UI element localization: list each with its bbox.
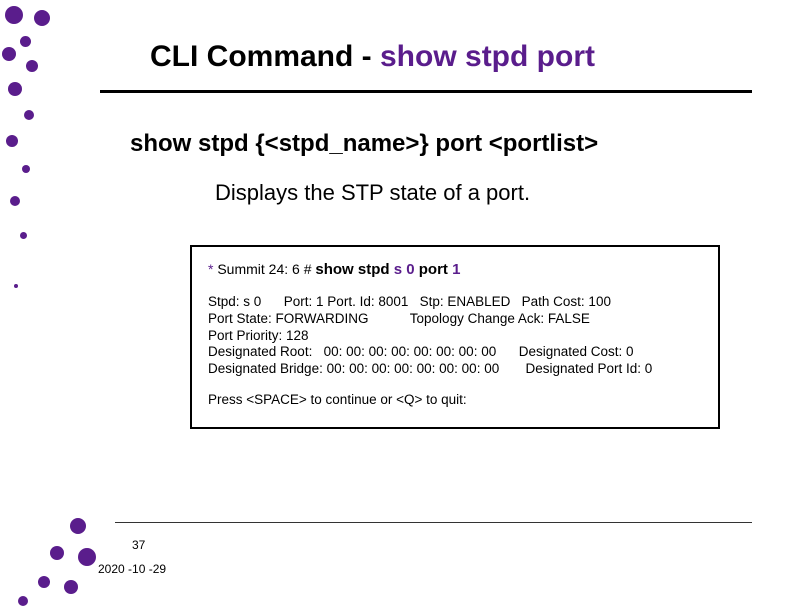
command-arg-port: 1 (452, 261, 460, 278)
command-arg-stpd: s 0 (394, 261, 415, 278)
terminal-output: Stpd: s 0 Port: 1 Port. Id: 8001 Stp: EN… (208, 294, 702, 378)
slide-number: 37 (132, 538, 145, 552)
title-rule (100, 90, 752, 93)
slide-date: 2020 -10 -29 (98, 562, 166, 576)
title-prefix: CLI Command - (150, 40, 380, 73)
terminal-output-box: * Summit 24: 6 # show stpd s 0 port 1 St… (190, 245, 720, 429)
terminal-prompt-line: * Summit 24: 6 # show stpd s 0 port 1 (208, 261, 702, 280)
output-line: Stpd: s 0 Port: 1 Port. Id: 8001 Stp: EN… (208, 294, 702, 311)
output-line: Designated Root: 00: 00: 00: 00: 00: 00:… (208, 344, 702, 361)
slide-title: CLI Command - show stpd port (150, 40, 732, 74)
command-mid: port (415, 261, 453, 278)
output-line: Port Priority: 128 (208, 328, 702, 345)
output-line: Designated Bridge: 00: 00: 00: 00: 00: 0… (208, 361, 702, 378)
prompt-text: Summit 24: 6 # (213, 261, 315, 277)
command-syntax: show stpd {<stpd_name>} port <portlist> (130, 130, 598, 158)
title-highlight: show stpd port (380, 40, 595, 73)
footer-rule (115, 522, 752, 523)
decorative-dots (0, 0, 90, 612)
command-base: show stpd (315, 261, 393, 278)
output-line: Port State: FORWARDING Topology Change A… (208, 311, 702, 328)
terminal-quit-prompt: Press <SPACE> to continue or <Q> to quit… (208, 392, 702, 409)
command-description: Displays the STP state of a port. (215, 180, 530, 206)
